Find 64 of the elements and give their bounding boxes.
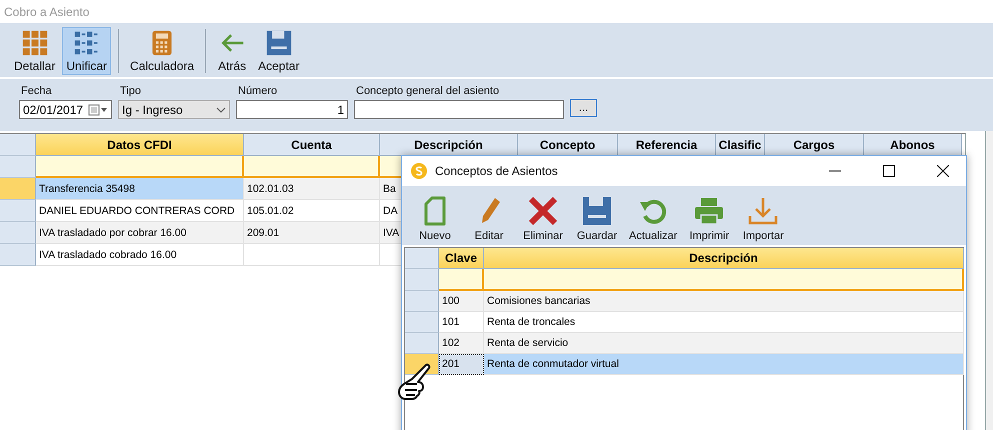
filter-cell[interactable] [439, 269, 484, 291]
filter-cell[interactable] [244, 156, 380, 178]
dialog-title: Conceptos de Asientos [435, 164, 559, 178]
column-header[interactable]: Descripción [380, 134, 518, 156]
table-cell: 102.01.03 [244, 178, 380, 200]
concept-field[interactable] [354, 100, 564, 119]
close-icon [528, 196, 558, 226]
table-cell: IVA trasladado por cobrar 16.00 [36, 222, 244, 244]
table-cell: Comisiones bancarias [484, 291, 964, 312]
toolbar-button[interactable]: Calculadora [126, 27, 198, 75]
toolbar-button[interactable]: Guardar [572, 196, 622, 242]
save-icon [582, 196, 612, 226]
field-label: Número [237, 85, 278, 97]
toolbar-button[interactable]: Actualizar [626, 196, 680, 242]
field-label: Tipo [119, 85, 142, 97]
filter-cell[interactable] [36, 156, 244, 178]
new-document-icon [423, 196, 447, 226]
table-cell: DANIEL EDUARDO CONTRERAS CORD [36, 200, 244, 222]
close-icon [937, 165, 949, 177]
table-cell: 100 [439, 291, 484, 312]
calendar-dropdown-icon [88, 104, 108, 116]
row-header [0, 156, 36, 178]
number-field[interactable]: 1 [236, 100, 348, 119]
column-header[interactable]: Abonos [864, 134, 962, 156]
table-cell: 101 [439, 312, 484, 333]
toolbar-button[interactable]: Eliminar [518, 196, 568, 242]
column-header[interactable]: Cargos [765, 134, 864, 156]
field-label: Fecha [20, 85, 53, 97]
toolbar-button[interactable]: Atrás [213, 27, 252, 75]
row-header [405, 269, 439, 291]
toolbar-button[interactable]: Importar [738, 196, 788, 242]
table-cell: Renta de conmutador virtual [484, 354, 964, 375]
column-header[interactable]: Clasific [716, 134, 765, 156]
table-cell: Renta de servicio [484, 333, 964, 354]
table-cell: Renta de troncales [484, 312, 964, 333]
column-header[interactable]: Datos CFDI [36, 134, 244, 156]
column-header[interactable]: Concepto [518, 134, 618, 156]
table-cell: 209.01 [244, 222, 380, 244]
grid-corner [0, 134, 36, 156]
date-field[interactable]: 02/01/2017 [19, 100, 112, 119]
maximize-icon [883, 165, 895, 177]
window-title: Cobro a Asiento [4, 4, 90, 18]
table-cell: 102 [439, 333, 484, 354]
app-logo-icon [411, 163, 427, 179]
printer-icon [694, 196, 724, 226]
table-cell: Transferencia 35498 [36, 178, 244, 200]
field-label: Concepto general del asiento [355, 85, 500, 97]
browse-button[interactable]: ... [570, 99, 597, 117]
toolbar-button[interactable]: Aceptar [254, 27, 304, 75]
table-cell: 105.01.02 [244, 200, 380, 222]
toolbar-button[interactable]: Detallar [10, 27, 60, 75]
column-header[interactable]: Clave [439, 248, 484, 269]
chevron-down-icon [216, 106, 226, 112]
toolbar-button[interactable]: Imprimir [684, 196, 734, 242]
table-cell: IVA trasladado cobrado 16.00 [36, 244, 244, 266]
filter-cell[interactable] [484, 269, 964, 291]
column-header[interactable]: Descripción [484, 248, 964, 269]
column-header[interactable]: Cuenta [244, 134, 380, 156]
type-dropdown[interactable]: Ig - Ingreso [118, 100, 230, 119]
toolbar-button[interactable]: Unificar [62, 27, 112, 75]
download-icon [748, 196, 778, 226]
calculator-icon [150, 30, 174, 56]
table-cell: 201 [439, 354, 484, 375]
column-header[interactable]: Referencia [618, 134, 716, 156]
